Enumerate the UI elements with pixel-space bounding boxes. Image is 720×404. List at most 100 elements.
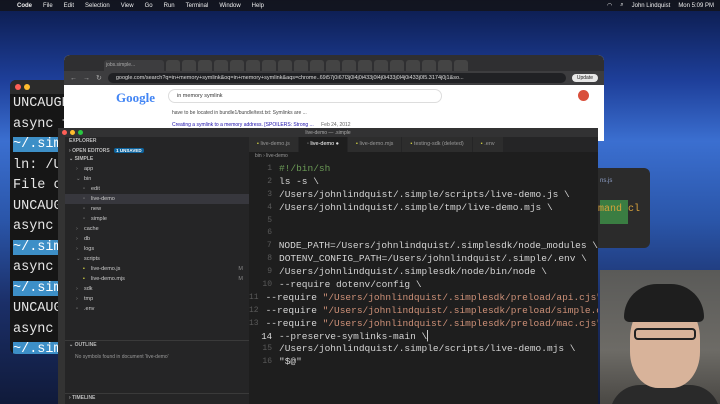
avatar[interactable] [578, 90, 589, 101]
address-bar[interactable]: google.com/search?q=in+memory+symlink&oq… [107, 73, 566, 83]
tree-item[interactable]: › cache [65, 224, 249, 234]
browser-tab[interactable] [406, 60, 420, 71]
unsaved-dot-icon[interactable]: ● [334, 141, 339, 147]
menu-view[interactable]: View [121, 3, 134, 9]
code-area[interactable]: 1 #!/bin/sh 2 ls -s \ 3/Users/johnlindquist/… [249, 161, 598, 369]
menubar-clock[interactable]: Mon 5:09 PM [678, 3, 714, 9]
code-text: --require dotenv/config \ [279, 279, 422, 292]
breadcrumb-folder[interactable]: bin [255, 153, 262, 159]
google-logo[interactable]: Google [116, 90, 155, 106]
tree-item[interactable]: ⌄ bin [65, 174, 249, 184]
editor-tab[interactable]: ▪ live-demo.mjs [348, 137, 403, 152]
search-input[interactable]: in memory symlink [168, 89, 442, 103]
search-icon[interactable]: ⌕ [620, 2, 623, 9]
chevron-right-icon: › [76, 166, 78, 172]
root-folder-header[interactable]: ⌄ SIMPLE [65, 155, 249, 164]
code-line[interactable]: 7 NODE_PATH=/Users/johnlindquist/.simples… [249, 240, 598, 253]
browser-tab[interactable] [342, 60, 356, 71]
minimize-icon[interactable] [24, 84, 30, 90]
tree-item[interactable]: › sdk [65, 284, 249, 294]
code-line[interactable]: 9/Users/johnlindquist/.simplesdk/node/bi… [249, 266, 598, 279]
menu-app-name[interactable]: Code [17, 3, 32, 9]
tree-item[interactable]: › logs [65, 244, 249, 254]
browser-tab[interactable] [454, 60, 468, 71]
forward-icon[interactable]: → [83, 75, 90, 82]
browser-tab-active[interactable]: jobs.simple... [104, 60, 164, 71]
browser-tab[interactable] [246, 60, 260, 71]
browser-tab[interactable] [214, 60, 228, 71]
breadcrumb[interactable]: bin › live-demo [249, 152, 598, 161]
activity-bar [58, 137, 65, 404]
reload-icon[interactable]: ↻ [96, 74, 102, 82]
browser-tab[interactable] [438, 60, 452, 71]
editor[interactable]: ▪ live-demo.js ▫ live-demo ● ▪ live-demo.m… [249, 137, 598, 404]
tree-item[interactable]: ▫ new [65, 204, 249, 214]
code-line[interactable]: 8 DOTENV_CONFIG_PATH=/Users/johnlindquist… [249, 253, 598, 266]
code-line[interactable]: 16 "$@" [249, 356, 598, 369]
browser-tab[interactable] [310, 60, 324, 71]
browser-tab[interactable] [390, 60, 404, 71]
editor-tab[interactable]: ▪ .env [472, 137, 504, 152]
menu-run[interactable]: Run [164, 3, 175, 9]
editor-tab[interactable]: ▪ live-demo.js [249, 137, 299, 152]
code-line[interactable]: 1 #!/bin/sh [249, 163, 598, 176]
browser-tab[interactable] [278, 60, 292, 71]
browser-tab[interactable] [166, 60, 180, 71]
editor-tab[interactable]: ▫ live-demo ● [298, 137, 349, 152]
tree-item-label: edit [91, 186, 100, 192]
browser-tab[interactable] [422, 60, 436, 71]
menu-edit[interactable]: Edit [64, 3, 74, 9]
tree-item[interactable]: ▫ edit [65, 184, 249, 194]
code-line[interactable]: 3/Users/johnlindquist/.simple/scripts/li… [249, 189, 598, 202]
update-button[interactable]: Update [571, 74, 598, 82]
browser-tab[interactable] [262, 60, 276, 71]
tree-item[interactable]: ▫ simple [65, 214, 249, 224]
menu-help[interactable]: Help [252, 3, 264, 9]
browser-tab[interactable] [230, 60, 244, 71]
code-line[interactable]: 10 --require dotenv/config \ [249, 279, 598, 292]
code-token: --require [265, 317, 323, 329]
tree-item[interactable]: ▫ .env [65, 304, 249, 314]
menu-window[interactable]: Window [219, 3, 240, 9]
browser-tab[interactable] [358, 60, 372, 71]
code-text: --preserve-symlinks-main \▏ [279, 331, 433, 344]
close-icon[interactable] [15, 84, 21, 90]
code-line[interactable]: 6 [249, 227, 598, 240]
browser-tab[interactable] [182, 60, 196, 71]
tree-item[interactable]: ⌄ scripts [65, 254, 249, 264]
browser-tab[interactable] [294, 60, 308, 71]
code-line[interactable]: 2 ls -s \ [249, 176, 598, 189]
menu-selection[interactable]: Selection [85, 3, 110, 9]
editor-tab[interactable]: ▪ testing-sdk (deleted) [402, 137, 473, 152]
code-line[interactable]: 14 --preserve-symlinks-main \▏ [249, 331, 598, 344]
menubar-user[interactable]: John Lindquist [632, 3, 671, 9]
tree-item[interactable]: › app [65, 164, 249, 174]
line-number: 9 [267, 267, 272, 277]
open-editors-header[interactable]: › OPEN EDITORS 1 UNSAVED [65, 146, 249, 155]
back-icon[interactable]: ← [70, 75, 77, 82]
code-line[interactable]: 5 [249, 215, 598, 228]
tree-item[interactable]: › db [65, 234, 249, 244]
menu-go[interactable]: Go [145, 3, 153, 9]
breadcrumb-file[interactable]: live-demo [266, 153, 288, 159]
tree-item[interactable]: ▫ live-demo [65, 194, 249, 204]
vscode-window[interactable]: live-demo — .simple EXPLORER › OPEN EDIT… [58, 128, 598, 404]
code-line[interactable]: 11 --require "/Users/johnlindquist/.simpl… [249, 292, 598, 305]
tree-item[interactable]: ▪ live-demo.mjs M [65, 274, 249, 284]
wifi-icon[interactable]: ◠ [607, 2, 612, 9]
menu-file[interactable]: File [43, 3, 53, 9]
tree-item[interactable]: › tmp [65, 294, 249, 304]
menu-terminal[interactable]: Terminal [186, 3, 209, 9]
browser-tab[interactable] [198, 60, 212, 71]
timeline-header[interactable]: › TIMELINE [65, 393, 249, 402]
code-line[interactable]: 13 --require "/Users/johnlindquist/.simpl… [249, 318, 598, 331]
code-line[interactable]: 4/Users/johnlindquist/.simple/tmp/live-d… [249, 202, 598, 215]
browser-tab[interactable] [374, 60, 388, 71]
browser-tab[interactable] [326, 60, 340, 71]
code-line[interactable]: 12 --require "/Users/johnlindquist/.simpl… [249, 305, 598, 318]
code-token: "/Users/johnlindquist/.simplesdk/preload… [322, 304, 598, 316]
tree-item[interactable]: ▪ live-demo.js M [65, 264, 249, 274]
outline-header[interactable]: ⌄ OUTLINE [65, 341, 249, 350]
code-token: /Users/johnlindquist/.simple/scripts/liv… [279, 343, 576, 355]
code-line[interactable]: 15/Users/johnlindquist/.simple/scripts/l… [249, 343, 598, 356]
